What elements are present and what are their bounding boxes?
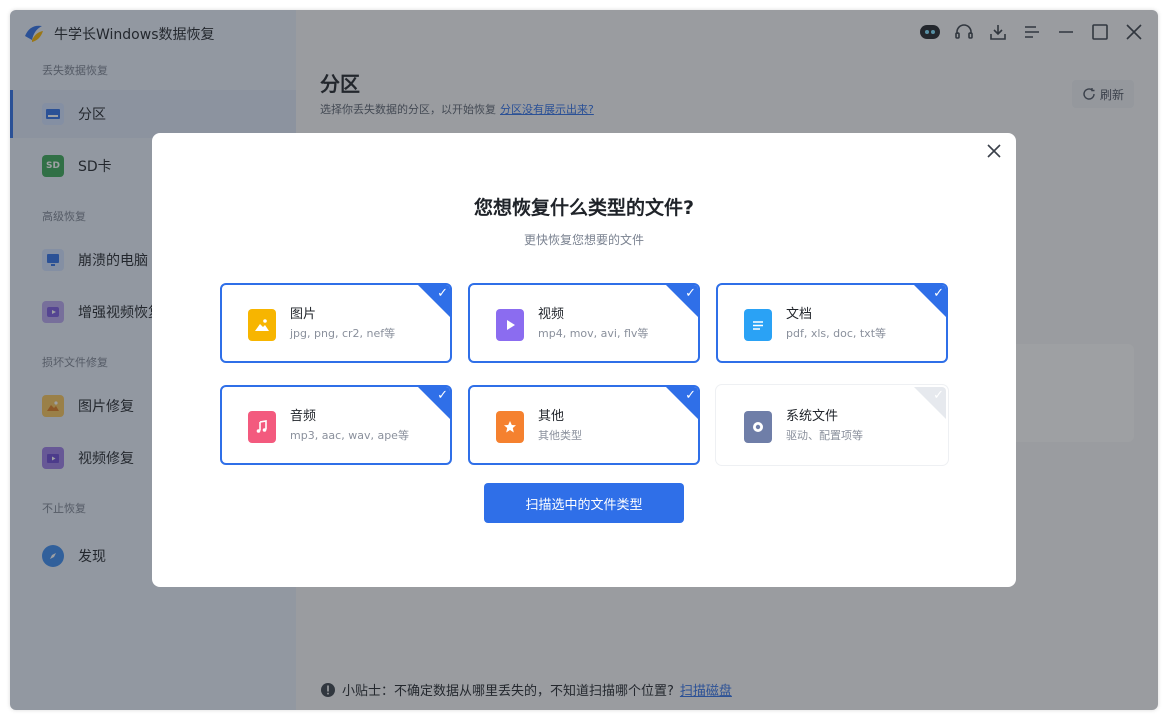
checkmark-icon: ✓ [685, 388, 696, 403]
checkmark-icon: ✓ [933, 388, 944, 403]
file-type-name: 系统文件 [786, 409, 839, 424]
file-type-card-documents[interactable]: ✓ 文档 pdf, xls, doc, txt等 [716, 283, 948, 363]
dialog-close-icon[interactable] [982, 139, 1006, 163]
file-type-desc: mp4, mov, avi, flv等 [538, 327, 649, 340]
audio-file-icon [248, 411, 276, 443]
checkmark-icon: ✓ [437, 388, 448, 403]
dialog-title: 您想恢复什么类型的文件? [473, 197, 695, 219]
file-type-dialog: 您想恢复什么类型的文件? 更快恢复您想要的文件 ✓ 图片 jpg, png, c… [152, 133, 1016, 587]
file-type-card-audio[interactable]: ✓ 音频 mp3, aac, wav, ape等 [220, 385, 452, 465]
other-file-icon [496, 411, 524, 443]
file-type-desc: mp3, aac, wav, ape等 [290, 429, 409, 442]
checkmark-icon: ✓ [437, 286, 448, 301]
file-type-card-system[interactable]: ✓ 系统文件 驱动、配置项等 [716, 385, 948, 465]
file-type-name: 音频 [290, 409, 317, 424]
document-file-icon [744, 309, 772, 341]
checkmark-icon: ✓ [685, 286, 696, 301]
image-file-icon [248, 309, 276, 341]
file-type-desc: 驱动、配置项等 [786, 429, 863, 442]
file-type-name: 图片 [290, 307, 317, 322]
file-type-name: 其他 [538, 409, 565, 424]
file-type-desc: jpg, png, cr2, nef等 [290, 327, 396, 340]
file-type-desc: 其他类型 [538, 429, 582, 442]
file-type-card-images[interactable]: ✓ 图片 jpg, png, cr2, nef等 [220, 283, 452, 363]
file-type-name: 文档 [786, 307, 813, 322]
video-file-icon [496, 309, 524, 341]
file-type-desc: pdf, xls, doc, txt等 [786, 327, 887, 340]
file-type-card-other[interactable]: ✓ 其他 其他类型 [468, 385, 700, 465]
system-file-icon [744, 411, 772, 443]
file-type-name: 视频 [538, 307, 565, 322]
scan-selected-types-button[interactable]: 扫描选中的文件类型 [484, 483, 684, 523]
checkmark-icon: ✓ [933, 286, 944, 301]
dialog-subtitle: 更快恢复您想要的文件 [523, 233, 644, 247]
app-window: 牛学长Windows数据恢复 丢失数据恢复 分区 SD SD卡 高级恢复 崩溃的… [10, 10, 1158, 710]
file-type-card-video[interactable]: ✓ 视频 mp4, mov, avi, flv等 [468, 283, 700, 363]
